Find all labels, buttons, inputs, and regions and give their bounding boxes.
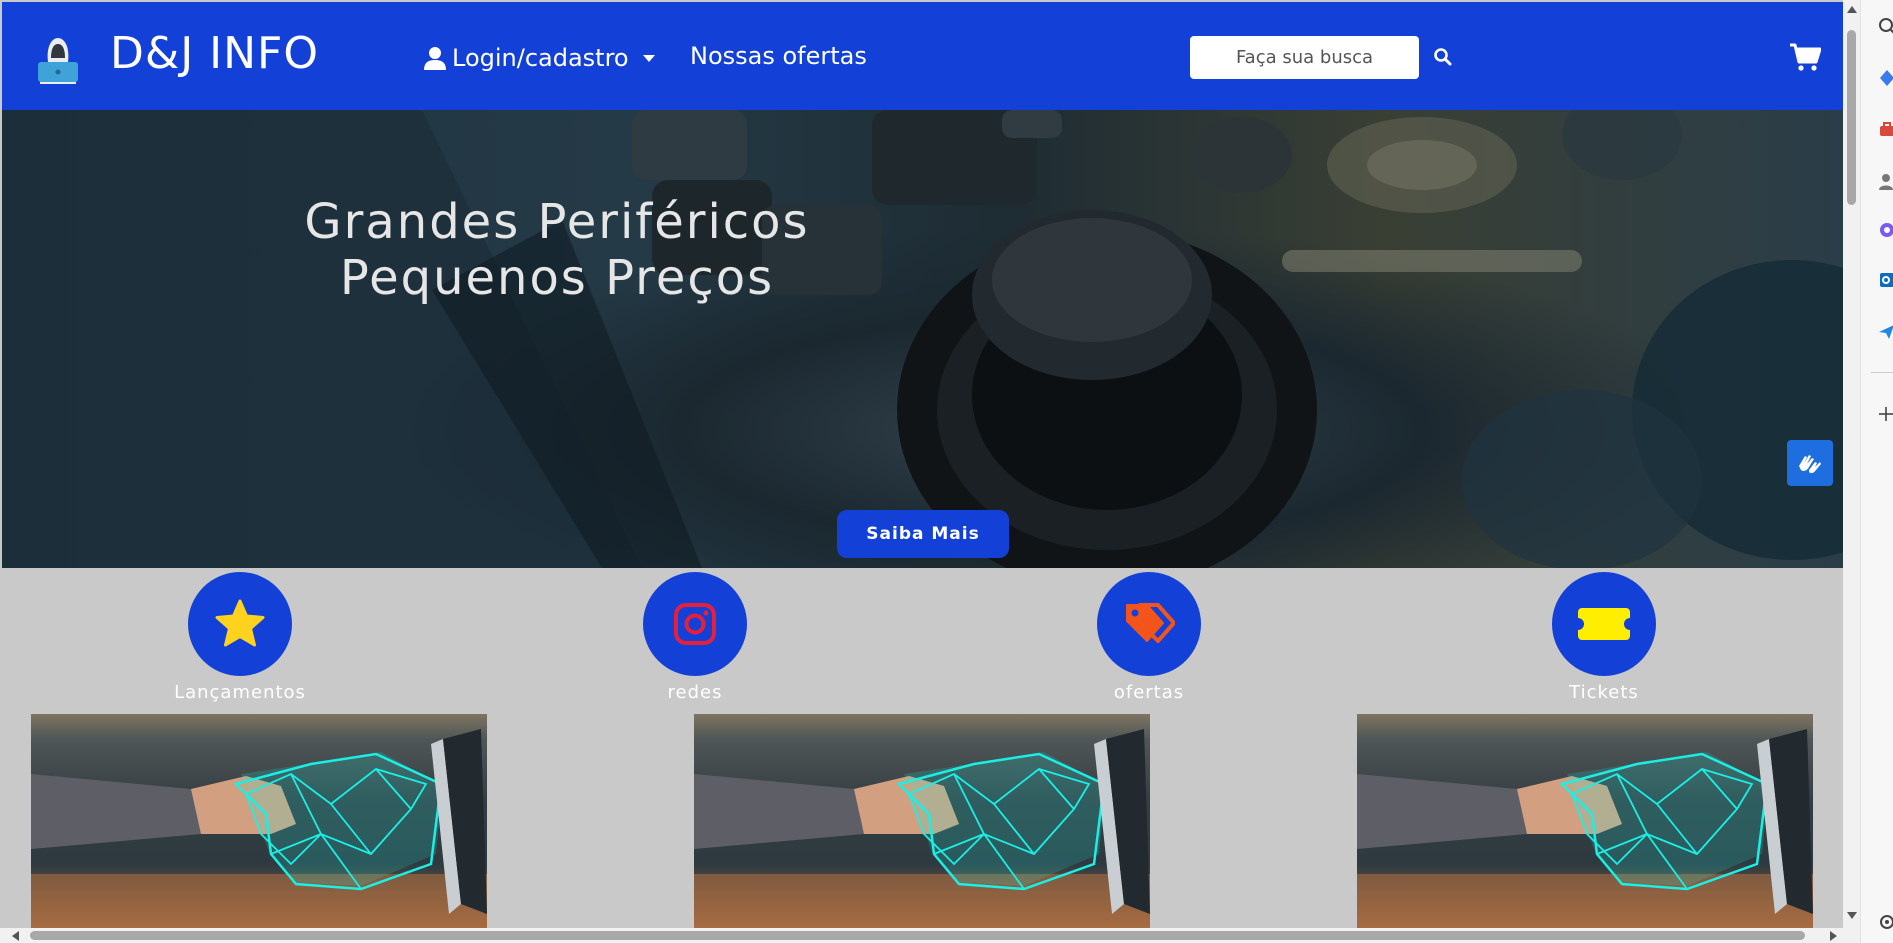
scroll-up-arrow-icon[interactable]: [1847, 6, 1857, 13]
page-viewport: D&J INFO Login/cadastro Nossas ofertas F…: [0, 0, 1843, 928]
category-circle: [188, 572, 292, 676]
category-offers[interactable]: ofertas: [1064, 572, 1234, 703]
libras-accessibility-button[interactable]: [1787, 440, 1833, 486]
category-label: redes: [667, 682, 723, 703]
browser-sidebar: [1860, 0, 1893, 943]
category-label: Lançamentos: [174, 682, 306, 703]
category-circle: [643, 572, 747, 676]
category-tickets[interactable]: Tickets: [1519, 572, 1689, 703]
ticket-icon: [1578, 608, 1630, 640]
category-social[interactable]: redes: [610, 572, 780, 703]
settings-gear-icon[interactable]: [1877, 912, 1893, 932]
search-icon[interactable]: [1432, 46, 1454, 68]
hero-title-line2: Pequenos Preços: [339, 250, 775, 306]
hero-title-line1: Grandes Periféricos: [304, 194, 810, 250]
category-circle: [1552, 572, 1656, 676]
product-card[interactable]: [1357, 714, 1813, 928]
vertical-scrollbar[interactable]: [1843, 0, 1860, 928]
caret-down-icon: [642, 54, 655, 62]
copilot-icon[interactable]: [1877, 220, 1893, 240]
product-card[interactable]: [694, 714, 1150, 928]
horizontal-scroll-thumb[interactable]: [30, 931, 1805, 940]
toolbox-icon[interactable]: [1877, 120, 1893, 140]
star-icon: [215, 599, 265, 647]
handshake-wireframe-image: [694, 729, 1150, 928]
outlook-icon[interactable]: [1877, 270, 1893, 290]
sign-language-hands-icon: [1799, 455, 1821, 474]
brand-name[interactable]: D&J INFO: [110, 28, 319, 79]
instagram-icon: [674, 603, 716, 645]
hacker-logo-icon[interactable]: [32, 32, 84, 84]
shopping-cart-icon[interactable]: [1789, 42, 1821, 72]
tags-icon: [1126, 603, 1175, 643]
category-label: ofertas: [1113, 682, 1185, 703]
category-launches[interactable]: Lançamentos: [155, 572, 325, 703]
vertical-scroll-thumb[interactable]: [1847, 30, 1856, 205]
scroll-right-arrow-icon[interactable]: [1830, 931, 1837, 941]
scroll-down-arrow-icon[interactable]: [1847, 912, 1857, 919]
handshake-wireframe-image: [31, 729, 487, 928]
top-navbar: D&J INFO Login/cadastro Nossas ofertas: [2, 2, 1843, 110]
diamond-icon[interactable]: [1877, 68, 1893, 88]
add-icon[interactable]: [1877, 404, 1893, 424]
sidebar-divider: [1871, 372, 1893, 373]
send-icon[interactable]: [1877, 322, 1893, 342]
scroll-left-arrow-icon[interactable]: [12, 931, 19, 941]
nav-link-offers[interactable]: Nossas ofertas: [690, 42, 867, 70]
product-card[interactable]: [31, 714, 487, 928]
login-dropdown[interactable]: Login/cadastro: [424, 42, 655, 74]
hero-banner: Grandes Periféricos Pequenos Preços Saib…: [2, 110, 1843, 568]
category-circle: [1097, 572, 1201, 676]
category-label: Tickets: [1569, 682, 1639, 703]
hero-title: Grandes Periféricos Pequenos Preços: [272, 194, 842, 306]
gamepad-background-image: [2, 110, 1843, 568]
login-label: Login/cadastro: [452, 44, 629, 72]
learn-more-button[interactable]: Saiba Mais: [837, 510, 1009, 558]
user-icon: [424, 47, 446, 70]
search-input[interactable]: [1190, 36, 1419, 79]
horizontal-scrollbar[interactable]: [0, 928, 1860, 943]
people-icon[interactable]: [1877, 172, 1893, 192]
search-icon[interactable]: [1877, 16, 1893, 36]
handshake-wireframe-image: [1357, 729, 1813, 928]
